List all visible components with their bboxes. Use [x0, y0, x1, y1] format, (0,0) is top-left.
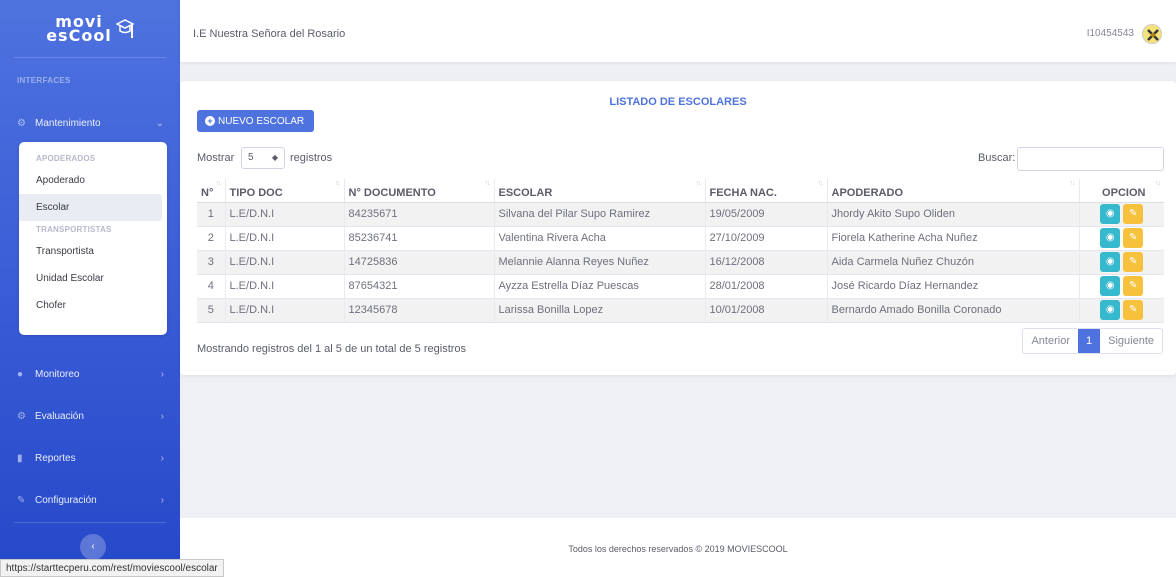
col-header-fecha-nac[interactable]: FECHA NAC. ↑↓: [704, 179, 827, 203]
pagination-page[interactable]: 1: [1078, 329, 1101, 353]
school-crest-icon: [1147, 29, 1159, 41]
graduation-cap-icon: [115, 18, 134, 38]
sidebar-toggle-button[interactable]: ‹: [80, 534, 106, 560]
submenu-heading: TRANSPORTISTAS: [36, 225, 112, 234]
pagination-prev[interactable]: Anterior: [1023, 329, 1078, 353]
edit-button[interactable]: ✎: [1123, 204, 1144, 224]
chevron-right-icon: ›: [160, 494, 164, 506]
edit-button[interactable]: ✎: [1123, 228, 1144, 248]
brand-logo[interactable]: movi esCool: [14, 0, 166, 58]
sidebar-item-reportes[interactable]: ▮ Reportes ›: [0, 436, 180, 480]
chevron-down-icon: ⌄: [155, 117, 164, 129]
search-label: Buscar:: [978, 152, 1016, 164]
map-marker-icon: ●: [17, 368, 24, 380]
status-bar-url: https://starttecperu.com/rest/moviescool…: [0, 559, 224, 577]
school-name: I.E Nuestra Señora del Rosario: [193, 28, 346, 40]
view-button[interactable]: ◉: [1100, 276, 1121, 296]
submenu-item-escolar[interactable]: Escolar: [19, 194, 162, 221]
sort-icon: ↑↓: [215, 180, 222, 187]
col-header-apoderado[interactable]: APODERADO ↑↓: [826, 179, 1079, 203]
sort-icon: ↑↓: [817, 180, 824, 187]
sidebar-heading: INTERFACES: [17, 76, 71, 85]
col-header-num[interactable]: N° ↑↓: [197, 179, 225, 203]
col-header-escolar[interactable]: ESCOLAR ↑↓: [493, 179, 705, 203]
new-student-button[interactable]: + NUEVO ESCOLAR: [197, 110, 314, 132]
chevron-right-icon: ›: [160, 368, 164, 380]
col-header-tipo-doc[interactable]: TIPO DOC ↑↓: [224, 179, 344, 203]
gear-icon: ⚙: [17, 117, 26, 129]
table-row: 2 L.E/D.N.I 85236741 Valentina Rivera Ac…: [197, 226, 1164, 251]
submenu-item-unidad-escolar[interactable]: Unidad Escolar: [19, 265, 162, 292]
col-header-documento[interactable]: N° DOCUMENTO ↑↓: [343, 179, 494, 203]
submenu-item-apoderado[interactable]: Apoderado: [19, 167, 162, 194]
select-arrows-icon: ◆: [271, 153, 278, 162]
sort-icon: ↑↓: [484, 180, 491, 187]
gear-icon: ⚙: [17, 410, 26, 422]
view-button[interactable]: ◉: [1100, 204, 1121, 224]
sort-icon: ↑↓: [1069, 180, 1076, 187]
pagination-next[interactable]: Siguiente: [1100, 329, 1162, 353]
students-card: LISTADO DE ESCOLARES + NUEVO ESCOLAR Mos…: [180, 81, 1176, 375]
edit-button[interactable]: ✎: [1123, 300, 1144, 320]
chevron-right-icon: ›: [160, 452, 164, 464]
submenu-mantenimiento: APODERADOS Apoderado Escolar TRANSPORTIS…: [19, 142, 167, 335]
view-button[interactable]: ◉: [1100, 228, 1121, 248]
wrench-icon: ✎: [17, 494, 26, 506]
submenu-heading: APODERADOS: [36, 154, 96, 163]
records-label: registros: [290, 152, 333, 164]
card-title: LISTADO DE ESCOLARES: [609, 96, 747, 108]
sidebar-item-mantenimiento[interactable]: ⚙ Mantenimiento ⌄: [0, 101, 180, 145]
table-row: 3 L.E/D.N.I 14725836 Melannie Alanna Rey…: [197, 250, 1164, 275]
table-header-row: N° ↑↓ TIPO DOC ↑↓ N° DOCUMENTO ↑↓ ESCOLAR ↑↓…: [197, 179, 1164, 203]
sidebar-divider: [14, 522, 166, 523]
sort-icon: ↑↓: [1155, 180, 1161, 187]
search-input[interactable]: [1017, 147, 1164, 171]
page-length-select[interactable]: 5 ◆: [241, 147, 285, 169]
footer: Todos los derechos reservados © 2019 MOV…: [180, 518, 1176, 577]
table-row: 1 L.E/D.N.I 84235671 Silvana del Pilar S…: [197, 202, 1164, 227]
sidebar: movi esCool INTERFACES ⚙ Mantenimiento ⌄…: [0, 0, 180, 577]
show-label: Mostrar: [197, 152, 235, 164]
view-button[interactable]: ◉: [1100, 300, 1121, 320]
table-info: Mostrando registros del 1 al 5 de un tot…: [197, 343, 467, 355]
table-row: 5 L.E/D.N.I 12345678 Larissa Bonilla Lop…: [197, 298, 1164, 323]
table-row: 4 L.E/D.N.I 87654321 Ayzza Estrella Díaz…: [197, 274, 1164, 299]
sort-icon: ↑↓: [695, 180, 702, 187]
sidebar-item-configuracion[interactable]: ✎ Configuración ›: [0, 478, 180, 522]
submenu-item-chofer[interactable]: Chofer: [19, 292, 162, 319]
chevron-right-icon: ›: [160, 410, 164, 422]
edit-button[interactable]: ✎: [1123, 252, 1144, 272]
students-table: N° ↑↓ TIPO DOC ↑↓ N° DOCUMENTO ↑↓ ESCOLAR ↑↓…: [197, 179, 1164, 323]
sidebar-item-evaluacion[interactable]: ⚙ Evaluación ›: [0, 394, 180, 438]
user-id[interactable]: I10454543: [1087, 28, 1134, 39]
pagination: Anterior 1 Siguiente: [1022, 328, 1163, 354]
file-icon: ▮: [17, 452, 23, 464]
avatar[interactable]: [1142, 24, 1162, 44]
sidebar-item-monitoreo[interactable]: ● Monitoreo ›: [0, 352, 180, 396]
sort-icon: ↑↓: [334, 180, 341, 187]
edit-button[interactable]: ✎: [1123, 276, 1144, 296]
plus-circle-icon: +: [205, 116, 215, 126]
col-header-opcion[interactable]: OPCION ↑↓: [1078, 179, 1164, 203]
topbar: I.E Nuestra Señora del Rosario I10454543: [180, 0, 1176, 62]
submenu-item-transportista[interactable]: Transportista: [19, 238, 162, 265]
view-button[interactable]: ◉: [1100, 252, 1121, 272]
